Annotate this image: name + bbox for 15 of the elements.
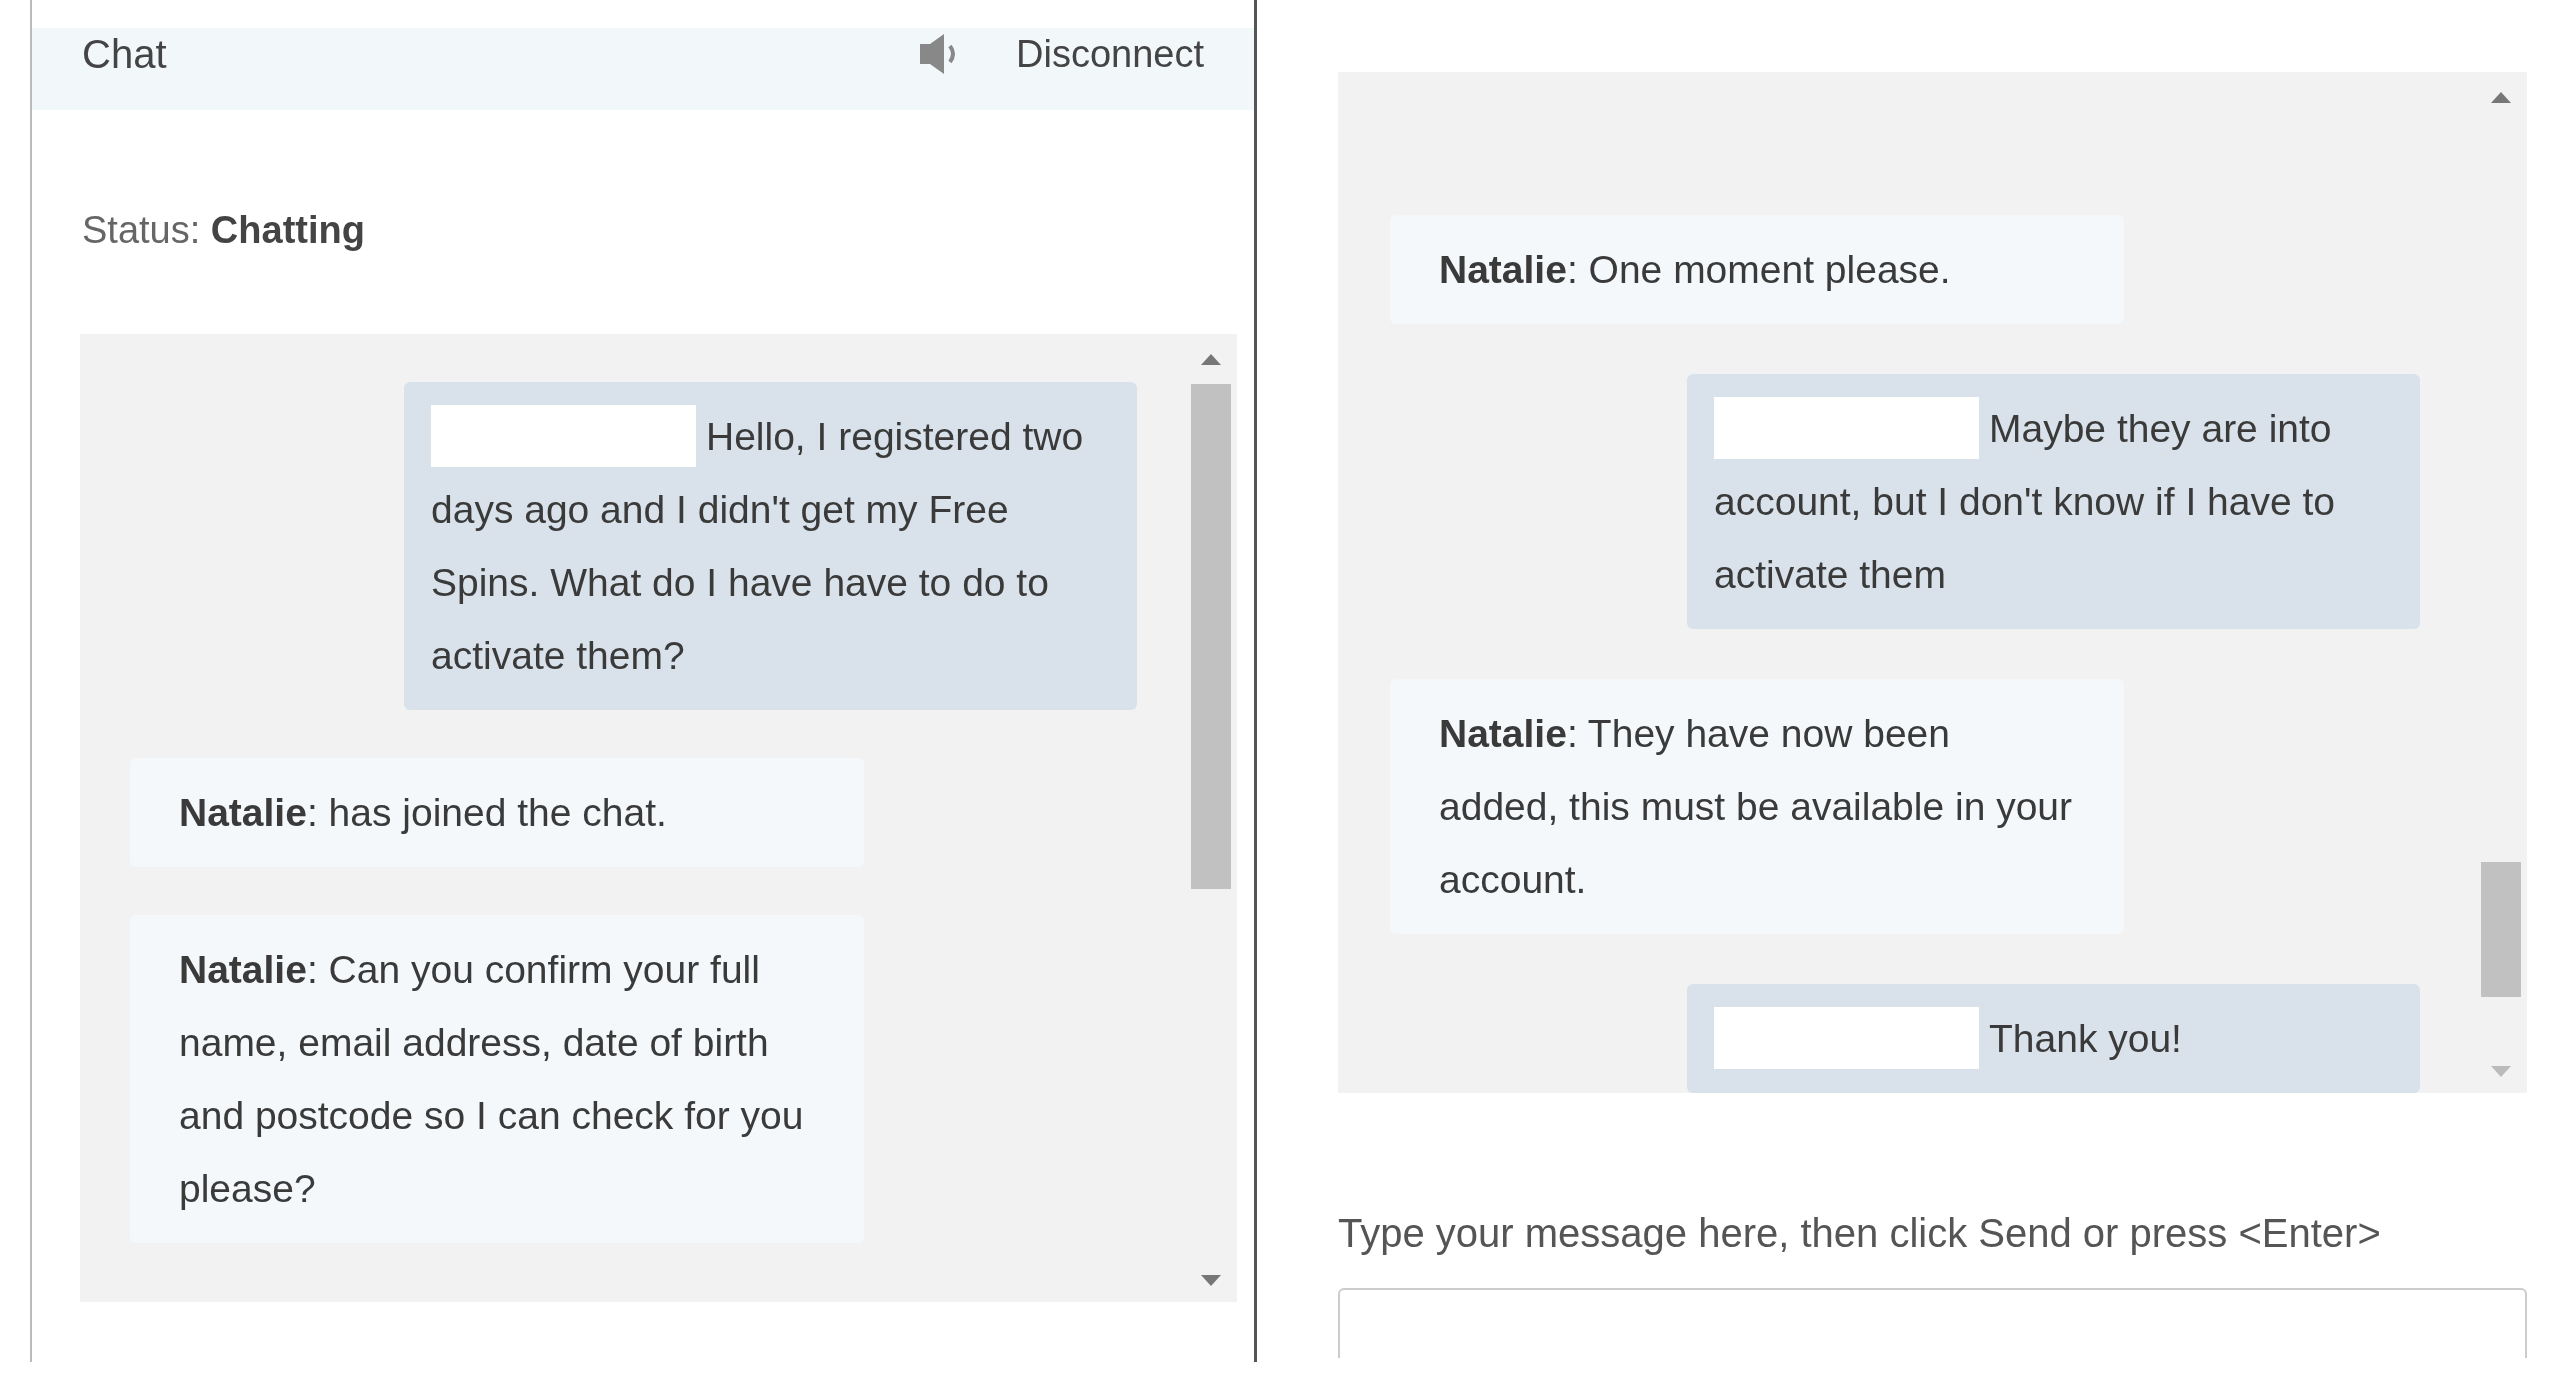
disconnect-button[interactable]: Disconnect xyxy=(1016,25,1204,83)
scroll-down-icon[interactable] xyxy=(2489,1065,2513,1079)
scroll-up-icon[interactable] xyxy=(1199,352,1223,366)
message-text: Natalie: They have now been added, this must be available in your account. xyxy=(1439,711,2074,903)
scrollbar-thumb[interactable] xyxy=(2481,862,2521,997)
message-text: Natalie: has joined the chat. xyxy=(179,790,668,836)
chat-title: Chat xyxy=(82,31,167,78)
message-text: Natalie: Can you confirm your full name, email address, date of birth and postcode so I can check for you please? xyxy=(179,947,805,1212)
status-text: Status: Chatting xyxy=(82,208,366,253)
message-input[interactable] xyxy=(1338,1288,2527,1358)
scroll-up-icon[interactable] xyxy=(2489,90,2513,104)
composer-label: Type your message here, then click Send or press <Enter> xyxy=(1338,1210,2382,1257)
message-text: Natalie: One moment please. xyxy=(1439,247,1952,293)
scroll-down-icon[interactable] xyxy=(1199,1274,1223,1288)
scrollbar-thumb[interactable] xyxy=(1191,384,1231,889)
